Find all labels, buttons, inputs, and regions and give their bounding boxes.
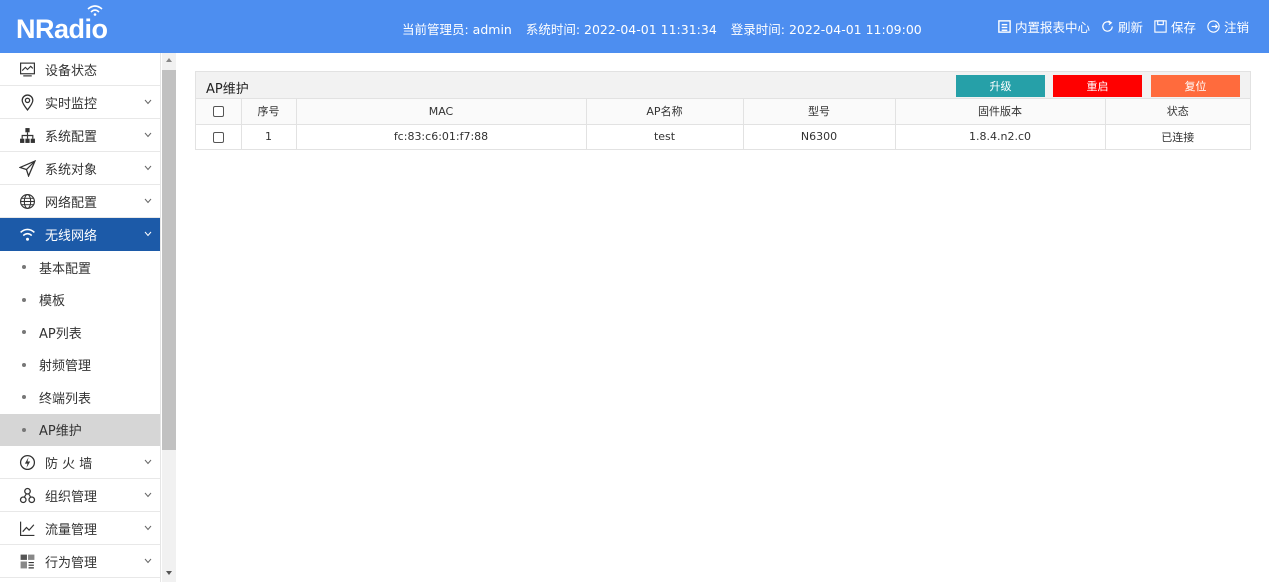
cell-firmware: 1.8.4.n2.c0 [895,124,1106,149]
sidebar-subitem-rf-management[interactable]: 射频管理 [0,349,160,382]
row-select-cell [196,124,242,149]
chevron-down-icon [144,459,152,465]
header-actions: 内置报表中心 刷新 保存 注销 [997,17,1249,36]
sidebar-menu: 设备状态 实时监控 系统配置 系统对象 网络配置 无线网络 基本配置 模板 AP… [0,53,161,582]
chevron-down-icon [144,558,152,564]
login-time: 登录时间: 2022-04-01 11:09:00 [730,22,922,37]
chevron-down-icon [144,165,152,171]
column-header: 型号 [743,99,896,125]
select-all-checkbox[interactable] [212,106,224,118]
sidebar-subitem-basic-config[interactable]: 基本配置 [0,251,160,284]
logout-icon [1207,20,1220,33]
panel-title: AP维护 [206,82,249,97]
session-info: 当前管理员: admin 系统时间: 2022-04-01 11:31:34 登… [402,19,932,38]
monitor-icon [18,60,36,78]
location-pin-icon [18,93,36,111]
sidebar-subitem-ap-list[interactable]: AP列表 [0,316,160,349]
wifi-icon [18,225,36,243]
cell-status: 已连接 [1161,130,1195,144]
bullet-icon [22,395,26,400]
chevron-down-icon [144,132,152,138]
refresh-icon [1102,20,1113,32]
column-header: 固件版本 [895,99,1106,125]
sidebar-item-network-config[interactable]: 网络配置 [0,185,160,218]
chevron-down-icon [144,525,152,531]
upgrade-button[interactable]: 升级 [956,75,1045,97]
ap-maintenance-panel: AP维护 升级 重启 复位 序号 MAC AP名称 型号 固件版本 状态 1 f… [195,71,1251,150]
bullet-icon [22,330,26,335]
bullet-icon [22,427,26,432]
report-icon [998,20,1011,33]
column-header: MAC [296,99,587,125]
current-admin: 当前管理员: admin [402,22,512,37]
panel-header: AP维护 升级 重启 复位 [196,72,1250,99]
sidebar-item-behavior[interactable]: 行为管理 [0,545,160,578]
sidebar-item-traffic[interactable]: 流量管理 [0,512,160,545]
bullet-icon [22,297,26,302]
column-header: 状态 [1105,99,1250,125]
sidebar-item-system-objects[interactable]: 系统对象 [0,152,160,185]
scroll-down-arrow-icon[interactable] [166,571,172,575]
save-icon [1154,20,1167,33]
ap-table: 序号 MAC AP名称 型号 固件版本 状态 1 fc:83:c6:01:f7:… [196,99,1250,149]
globe-icon [18,192,36,210]
main-content: AP维护 升级 重启 复位 序号 MAC AP名称 型号 固件版本 状态 1 f… [176,53,1269,582]
sidebar-subitem-template[interactable]: 模板 [0,284,160,317]
reset-button[interactable]: 复位 [1151,75,1240,97]
sidebar-item-organization[interactable]: 组织管理 [0,479,160,512]
sidebar-scrollbar[interactable] [162,53,176,582]
logout-button[interactable]: 注销 [1206,17,1249,36]
cell-mac: fc:83:c6:01:f7:88 [296,124,587,149]
cell-model: N6300 [743,124,896,149]
logo-wifi-icon [87,5,103,16]
column-header: 序号 [241,99,297,125]
behavior-icon [18,552,36,570]
chevron-down-icon [144,231,152,237]
bullet-icon [22,265,26,270]
cell-index: 1 [241,124,297,149]
chevron-down-icon [144,99,152,105]
scrollbar-thumb[interactable] [162,70,176,450]
chevron-down-icon [144,492,152,498]
send-icon [18,159,36,177]
chevron-down-icon [144,198,152,204]
report-center-button[interactable]: 内置报表中心 [997,17,1090,36]
organization-icon [18,486,36,504]
scroll-up-arrow-icon[interactable] [166,58,172,62]
sidebar-item-wireless[interactable]: 无线网络 [0,218,160,251]
column-header: AP名称 [586,99,744,125]
sitemap-icon [18,126,36,144]
firewall-icon [18,453,36,471]
sidebar-item-firewall[interactable]: 防 火 墙 [0,446,160,479]
line-chart-icon [18,519,36,537]
sidebar-subitem-ap-maintenance[interactable]: AP维护 [0,413,160,446]
bullet-icon [22,362,26,367]
save-button[interactable]: 保存 [1153,17,1196,36]
table-row[interactable]: 1 fc:83:c6:01:f7:88 test N6300 1.8.4.n2.… [196,124,1250,149]
sidebar-subitem-terminal-list[interactable]: 终端列表 [0,381,160,414]
top-header: NRadio 当前管理员: admin 系统时间: 2022-04-01 11:… [0,0,1269,53]
row-checkbox[interactable] [212,131,224,143]
table-header-row: 序号 MAC AP名称 型号 固件版本 状态 [196,99,1250,125]
nradio-logo: NRadio [16,14,108,44]
refresh-button[interactable]: 刷新 [1100,17,1143,36]
select-all-cell [196,99,242,125]
sidebar-item-realtime-monitor[interactable]: 实时监控 [0,86,160,119]
sidebar-item-device-status[interactable]: 设备状态 [0,53,160,86]
system-time: 系统时间: 2022-04-01 11:31:34 [525,22,717,37]
reboot-button[interactable]: 重启 [1053,75,1142,97]
sidebar-item-system-config[interactable]: 系统配置 [0,119,160,152]
cell-ap-name: test [586,124,744,149]
